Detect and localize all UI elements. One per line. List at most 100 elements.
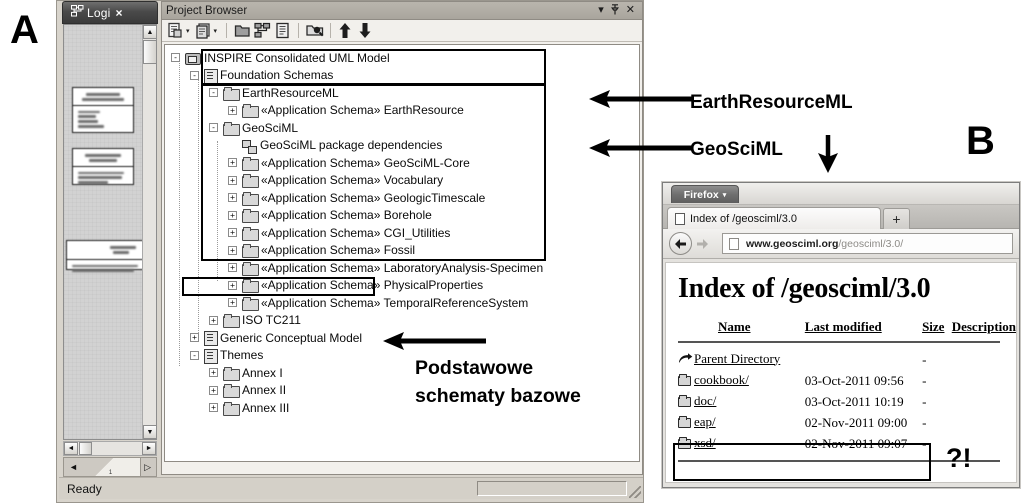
chevron-down-icon[interactable]: ▾ (598, 5, 604, 16)
tree-node-label: GeoSciML (242, 120, 299, 135)
collapse-toggle[interactable]: - (190, 70, 199, 80)
expand-toggle[interactable]: + (228, 193, 237, 203)
resize-grip-icon[interactable] (629, 486, 641, 498)
tree-node[interactable]: + «Application Schema» Borehole (165, 207, 639, 225)
cell-size: - (922, 351, 927, 367)
tree-node[interactable]: - Foundation Schemas (165, 67, 639, 85)
cell-last-modified: 03-Oct-2011 10:19 (804, 393, 904, 409)
directory-link[interactable]: Parent Directory (694, 351, 780, 366)
expand-toggle[interactable]: + (228, 280, 237, 290)
tree-node-label: «Application Schema» CGI_Utilities (261, 225, 451, 240)
tree-node[interactable]: + «Application Schema» TemporalReferenceS… (165, 294, 639, 312)
chevron-down-icon[interactable]: ▾ (214, 27, 218, 35)
table-row[interactable]: cookbook/03-Oct-2011 09:56 - (678, 370, 1016, 391)
directory-link[interactable]: cookbook/ (694, 372, 749, 387)
table-row[interactable]: Parent Directory - (678, 349, 1016, 370)
expand-toggle[interactable]: + (228, 245, 237, 255)
tab-next-icon[interactable]: ▷ (141, 462, 154, 473)
uml-class-box (66, 240, 144, 272)
cell-description (952, 391, 1016, 412)
table-row[interactable]: doc/03-Oct-2011 10:19 - (678, 391, 1016, 412)
tree-node[interactable]: + «Application Schema» GeoSciML-Core (165, 154, 639, 172)
diagram-horizontal-scrollbar[interactable]: ◄ ► (63, 441, 157, 456)
expand-toggle[interactable]: + (228, 263, 237, 273)
tree-node-label: «Application Schema» TemporalReferenceSy… (261, 295, 529, 310)
collapse-toggle[interactable]: - (190, 350, 199, 360)
expand-toggle[interactable]: + (228, 158, 237, 168)
expand-toggle[interactable]: + (209, 385, 218, 395)
tree-node[interactable]: + «Application Schema» CGI_Utilities (165, 224, 639, 242)
new-tab-button[interactable]: + (883, 208, 910, 229)
close-icon[interactable]: × (116, 6, 123, 20)
documentation-icon[interactable] (274, 22, 291, 39)
tab-prev-icon[interactable]: ◄ (66, 462, 81, 472)
move-down-icon[interactable] (358, 22, 375, 39)
expand-toggle[interactable]: + (228, 228, 237, 238)
folder-icon (678, 394, 694, 411)
directory-link[interactable]: xsd/ (694, 435, 716, 450)
tree-node[interactable]: - INSPIRE Consolidated UML Model (165, 49, 639, 67)
directory-link[interactable]: eap/ (694, 414, 716, 429)
scroll-left-icon[interactable]: ◄ (64, 442, 78, 455)
cell-last-modified: 02-Nov-2011 09:00 (804, 414, 908, 430)
arrow-down-to-browser (818, 135, 838, 173)
toolbar-separator (298, 23, 300, 38)
scroll-right-icon[interactable]: ► (142, 442, 156, 455)
scroll-thumb[interactable] (143, 40, 156, 64)
new-package-icon[interactable] (167, 22, 184, 39)
close-icon[interactable]: ✕ (626, 5, 635, 16)
expand-toggle[interactable]: + (228, 298, 237, 308)
scroll-down-icon[interactable]: ▼ (143, 425, 156, 439)
pin-icon[interactable] (610, 3, 619, 18)
expand-toggle[interactable]: + (228, 210, 237, 220)
forward-button[interactable] (691, 232, 714, 255)
column-header-last-modified[interactable]: Last modified (805, 319, 922, 336)
move-up-icon[interactable] (338, 22, 355, 39)
model-view-icon[interactable] (254, 22, 271, 39)
expand-toggle[interactable]: + (209, 315, 218, 325)
open-package-icon[interactable] (234, 22, 251, 39)
collapse-toggle[interactable]: - (209, 123, 218, 133)
table-row[interactable]: eap/02-Nov-2011 09:00- (678, 412, 1016, 433)
search-model-icon[interactable] (306, 22, 324, 39)
expand-toggle[interactable]: + (209, 368, 218, 378)
expand-toggle[interactable]: + (228, 175, 237, 185)
tree-node[interactable]: + «Application Schema» Fossil (165, 242, 639, 260)
chevron-down-icon[interactable]: ▾ (186, 27, 190, 35)
tree-node[interactable]: + «Application Schema» EarthResource (165, 102, 639, 120)
new-diagram-icon[interactable] (195, 22, 212, 39)
expand-toggle[interactable]: + (190, 333, 199, 343)
diagram-tab-logi[interactable]: Logi × (62, 1, 158, 24)
diagram-vertical-scrollbar[interactable]: ▲ ▼ (142, 25, 156, 439)
model-icon (185, 51, 201, 66)
scroll-thumb-horizontal[interactable] (79, 442, 92, 455)
directory-link[interactable]: doc/ (694, 393, 716, 408)
tree-node[interactable]: + «Application Schema» LaboratoryAnalysis… (165, 259, 639, 277)
collapse-toggle[interactable]: - (209, 88, 218, 98)
scroll-up-icon[interactable]: ▲ (143, 25, 156, 39)
firefox-app-button[interactable]: Firefox ▾ (671, 185, 739, 203)
back-button[interactable] (669, 232, 692, 255)
diagram-tab-navigation[interactable]: ◄ 1 ▷ (63, 457, 157, 477)
browser-tab[interactable]: Index of /geosciml/3.0 (667, 207, 881, 229)
diagram-preview-pane[interactable]: ▲ ▼ (63, 24, 157, 440)
column-header-size[interactable]: Size (922, 319, 952, 336)
tree-node[interactable]: - EarthResourceML (165, 84, 639, 102)
tree-node[interactable]: - GeoSciML (165, 119, 639, 137)
tree-horizontal-scrollbar[interactable] (164, 462, 640, 473)
annotation-podstawowe: Podstawowe schematy bazowe (415, 355, 581, 410)
folder-icon (242, 226, 259, 241)
tree-node-label: ISO TC211 (242, 313, 301, 328)
collapse-toggle[interactable]: - (171, 53, 180, 63)
expand-toggle[interactable]: + (228, 105, 237, 115)
tree-node[interactable]: GeoSciML package dependencies (165, 137, 639, 155)
column-header-description[interactable]: Description (952, 319, 1016, 336)
tree-node[interactable]: + «Application Schema» PhysicalProperties (165, 277, 639, 295)
tree-node[interactable]: + ISO TC211 (165, 312, 639, 330)
tree-node[interactable]: + «Application Schema» Vocabulary (165, 172, 639, 190)
panel-title: Project Browser (166, 4, 248, 17)
column-header-name[interactable]: Name (678, 319, 805, 336)
address-bar[interactable]: www.geosciml.org/geosciml/3.0/ (722, 233, 1013, 254)
tree-node[interactable]: + «Application Schema» GeologicTimescale (165, 189, 639, 207)
expand-toggle[interactable]: + (209, 403, 218, 413)
